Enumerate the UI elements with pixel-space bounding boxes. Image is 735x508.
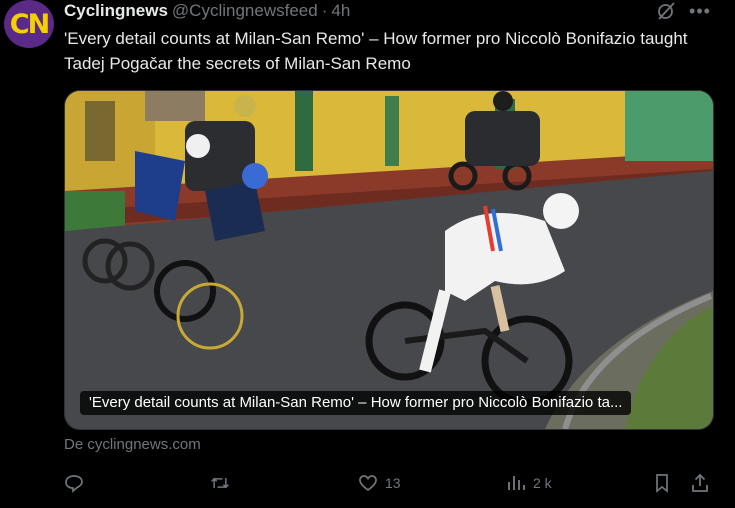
- repost-icon: [211, 477, 229, 489]
- views-button[interactable]: 2 k: [506, 470, 552, 496]
- repost-button[interactable]: [210, 470, 237, 496]
- avatar[interactable]: CN: [4, 0, 54, 48]
- separator: ·: [321, 1, 328, 20]
- action-bar: 13 2 k: [64, 470, 724, 496]
- like-button[interactable]: 13: [358, 470, 401, 496]
- share-button[interactable]: [690, 470, 710, 496]
- share-icon: [692, 473, 708, 492]
- bookmark-button[interactable]: [652, 470, 672, 496]
- reply-button[interactable]: [64, 470, 91, 496]
- link-card[interactable]: 'Every detail counts at Milan-San Remo' …: [64, 90, 714, 430]
- views-count: 2 k: [533, 475, 552, 491]
- more-icon[interactable]: •••: [688, 0, 712, 22]
- card-caption: 'Every detail counts at Milan-San Remo' …: [80, 391, 632, 415]
- card-image: [65, 91, 713, 429]
- post-text: 'Every detail counts at Milan-San Remo' …: [64, 29, 688, 73]
- author-handle[interactable]: @Cyclingnewsfeed: [172, 1, 318, 21]
- heart-icon: [359, 475, 377, 492]
- reply-icon: [65, 475, 83, 493]
- views-icon: [508, 476, 525, 490]
- bookmark-icon: [656, 474, 668, 493]
- post-time[interactable]: 4h: [331, 1, 350, 21]
- like-count: 13: [385, 475, 401, 491]
- post-header: Cyclingnews @Cyclingnewsfeed · 4h: [64, 0, 350, 22]
- author-name[interactable]: Cyclingnews: [64, 1, 168, 21]
- grok-icon[interactable]: [655, 0, 677, 22]
- source-link[interactable]: De cyclingnews.com: [64, 436, 201, 453]
